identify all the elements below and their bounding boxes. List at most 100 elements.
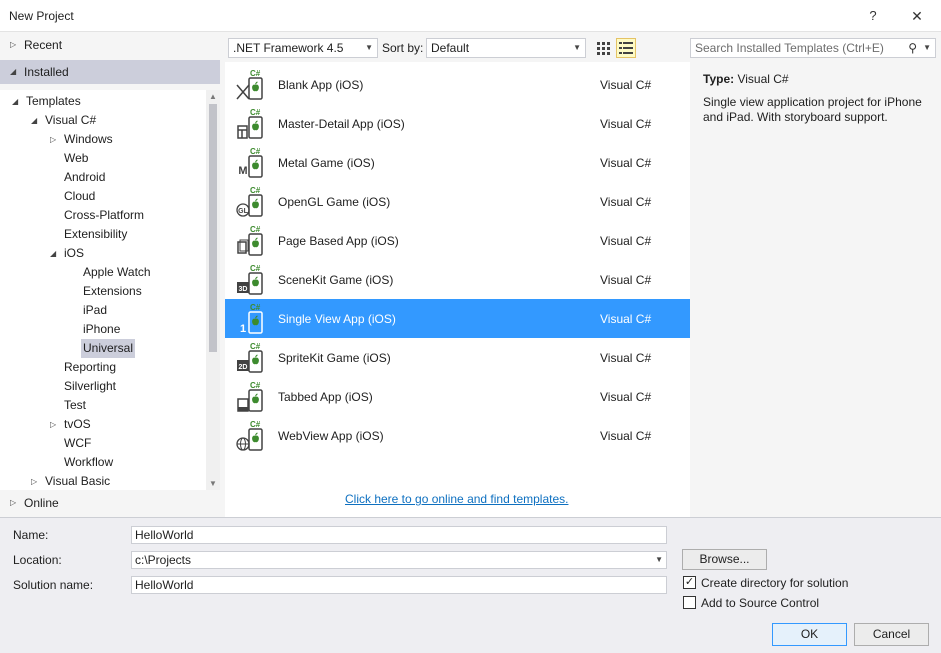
tree-item[interactable]: ◢ iOS [0, 244, 206, 263]
tree-item[interactable]: Extensions [0, 282, 206, 301]
tree-item-label: Silverlight [64, 379, 117, 393]
tree-item[interactable]: Extensibility [0, 225, 206, 244]
browse-button[interactable]: Browse... [682, 549, 767, 570]
nav-recent[interactable]: ▷ Recent [0, 33, 220, 57]
tree-item[interactable]: Workflow [0, 453, 206, 472]
tree-item[interactable]: Cloud [0, 187, 206, 206]
cancel-button[interactable]: Cancel [854, 623, 929, 646]
template-row[interactable]: C# WebView App (iOS) Visual C# [225, 416, 690, 455]
collapse-arrow-icon[interactable]: ◢ [50, 244, 56, 263]
collapse-arrow-icon[interactable]: ◢ [12, 92, 18, 111]
csharp-badge: C# [250, 303, 261, 312]
template-row[interactable]: 2D C# SpriteKit Game (iOS) Visual C# [225, 338, 690, 377]
sort-dropdown[interactable]: Default ▼ [426, 38, 586, 58]
nav-installed[interactable]: ◢ Installed [0, 60, 220, 84]
template-row[interactable]: M C# Metal Game (iOS) Visual C# [225, 143, 690, 182]
template-badge: GL [238, 208, 248, 215]
template-badge: 1 [240, 323, 246, 334]
tree-item[interactable]: ▷ Windows [0, 130, 206, 149]
solution-name-label: Solution name: [13, 578, 94, 592]
tree-item[interactable]: ◢ Visual C# [0, 111, 206, 130]
template-type: Type: Visual C# [703, 72, 789, 86]
template-language: Visual C# [600, 234, 652, 248]
tree-item[interactable]: Android [0, 168, 206, 187]
tree-item[interactable]: Apple Watch [0, 263, 206, 282]
source-control-checkbox[interactable] [683, 596, 696, 609]
template-language: Visual C# [600, 390, 652, 404]
solution-name-input[interactable]: HelloWorld [131, 576, 667, 594]
project-name-input[interactable]: HelloWorld [131, 526, 667, 544]
list-view-button[interactable] [616, 38, 636, 58]
tree-item-label: Workflow [64, 455, 114, 469]
template-toolbar: .NET Framework 4.5 ▼ Sort by: Default ▼ … [220, 32, 941, 62]
template-badge: 3D [239, 286, 248, 293]
find-online-templates-link[interactable]: Click here to go online and find templat… [345, 492, 568, 506]
tree-item[interactable]: ▷ Visual Basic [0, 472, 206, 490]
ok-button[interactable]: OK [772, 623, 847, 646]
template-name: Master-Detail App (iOS) [278, 117, 405, 131]
template-name: OpenGL Game (iOS) [278, 195, 391, 209]
project-settings-form: Name: HelloWorld Location: c:\Projects ▼… [0, 517, 941, 653]
template-language: Visual C# [600, 429, 652, 443]
help-button[interactable]: ? [862, 6, 884, 26]
tree-item[interactable]: Test [0, 396, 206, 415]
expand-arrow-icon[interactable]: ▷ [50, 130, 56, 149]
tree-item-label: Cloud [64, 189, 96, 203]
tree-scrollbar[interactable]: ▲ ▼ [206, 90, 220, 490]
tree-item[interactable]: ▷ tvOS [0, 415, 206, 434]
template-name: Tabbed App (iOS) [278, 390, 373, 404]
template-language: Visual C# [600, 156, 652, 170]
grid-view-button[interactable] [593, 38, 613, 58]
template-row[interactable]: C# Tabbed App (iOS) Visual C# [225, 377, 690, 416]
template-name: Page Based App (iOS) [278, 234, 399, 248]
tree-item[interactable]: Cross-Platform [0, 206, 206, 225]
scroll-up-icon[interactable]: ▲ [208, 92, 218, 101]
template-row[interactable]: C# Page Based App (iOS) Visual C# [225, 221, 690, 260]
create-directory-checkbox[interactable]: ✓ [683, 576, 696, 589]
tree-item[interactable]: iPhone [0, 320, 206, 339]
tree-item-label: Reporting [64, 360, 117, 374]
list-view-icon [619, 42, 633, 54]
tree-item[interactable]: WCF [0, 434, 206, 453]
csharp-badge: C# [250, 225, 261, 234]
expand-arrow-icon: ▷ [10, 498, 17, 507]
tree-item[interactable]: iPad [0, 301, 206, 320]
template-row[interactable]: 3D C# SceneKit Game (iOS) Visual C# [225, 260, 690, 299]
tree-item-label: Extensions [83, 284, 142, 298]
csharp-badge: C# [250, 381, 261, 390]
tree-item-label: iPhone [83, 322, 121, 336]
csharp-badge: C# [250, 264, 261, 273]
tree-item-label: Visual C# [45, 113, 97, 127]
expand-arrow-icon[interactable]: ▷ [50, 415, 56, 434]
scroll-down-icon[interactable]: ▼ [208, 479, 218, 488]
collapse-arrow-icon[interactable]: ◢ [31, 111, 37, 130]
tree-item-label: iPad [83, 303, 108, 317]
framework-dropdown[interactable]: .NET Framework 4.5 ▼ [228, 38, 378, 58]
template-name: WebView App (iOS) [278, 429, 384, 443]
csharp-badge: C# [250, 342, 261, 351]
template-row[interactable]: 1 C# Single View App (iOS) Visual C# [225, 299, 690, 338]
nav-online[interactable]: ▷ Online [0, 491, 220, 515]
location-input[interactable]: c:\Projects ▼ [131, 551, 667, 569]
search-icon[interactable]: ⚲ [908, 39, 917, 57]
template-badge: M [238, 165, 247, 177]
template-row[interactable]: GL C# OpenGL Game (iOS) Visual C# [225, 182, 690, 221]
chevron-down-icon: ▼ [365, 43, 373, 52]
sort-label: Sort by: [382, 41, 424, 55]
expand-arrow-icon[interactable]: ▷ [31, 472, 37, 490]
tree-item[interactable]: Silverlight [0, 377, 206, 396]
tree-item[interactable]: ◢ Templates [0, 92, 206, 111]
template-row[interactable]: C# Master-Detail App (iOS) Visual C# [225, 104, 690, 143]
tree-item[interactable]: Universal [0, 339, 206, 358]
search-templates-input[interactable]: Search Installed Templates (Ctrl+E) ⚲ ▼ [690, 38, 936, 58]
tree-item-label: iOS [64, 246, 85, 260]
tree-item-label: Universal [81, 339, 136, 358]
close-button[interactable]: ✕ [906, 6, 928, 26]
chevron-down-icon[interactable]: ▼ [655, 552, 663, 568]
tree-item[interactable]: Web [0, 149, 206, 168]
scroll-thumb[interactable] [209, 104, 217, 352]
tree-item[interactable]: Reporting [0, 358, 206, 377]
template-row[interactable]: C# Blank App (iOS) Visual C# [225, 65, 690, 104]
chevron-down-icon[interactable]: ▼ [923, 39, 931, 57]
name-label: Name: [13, 528, 49, 542]
